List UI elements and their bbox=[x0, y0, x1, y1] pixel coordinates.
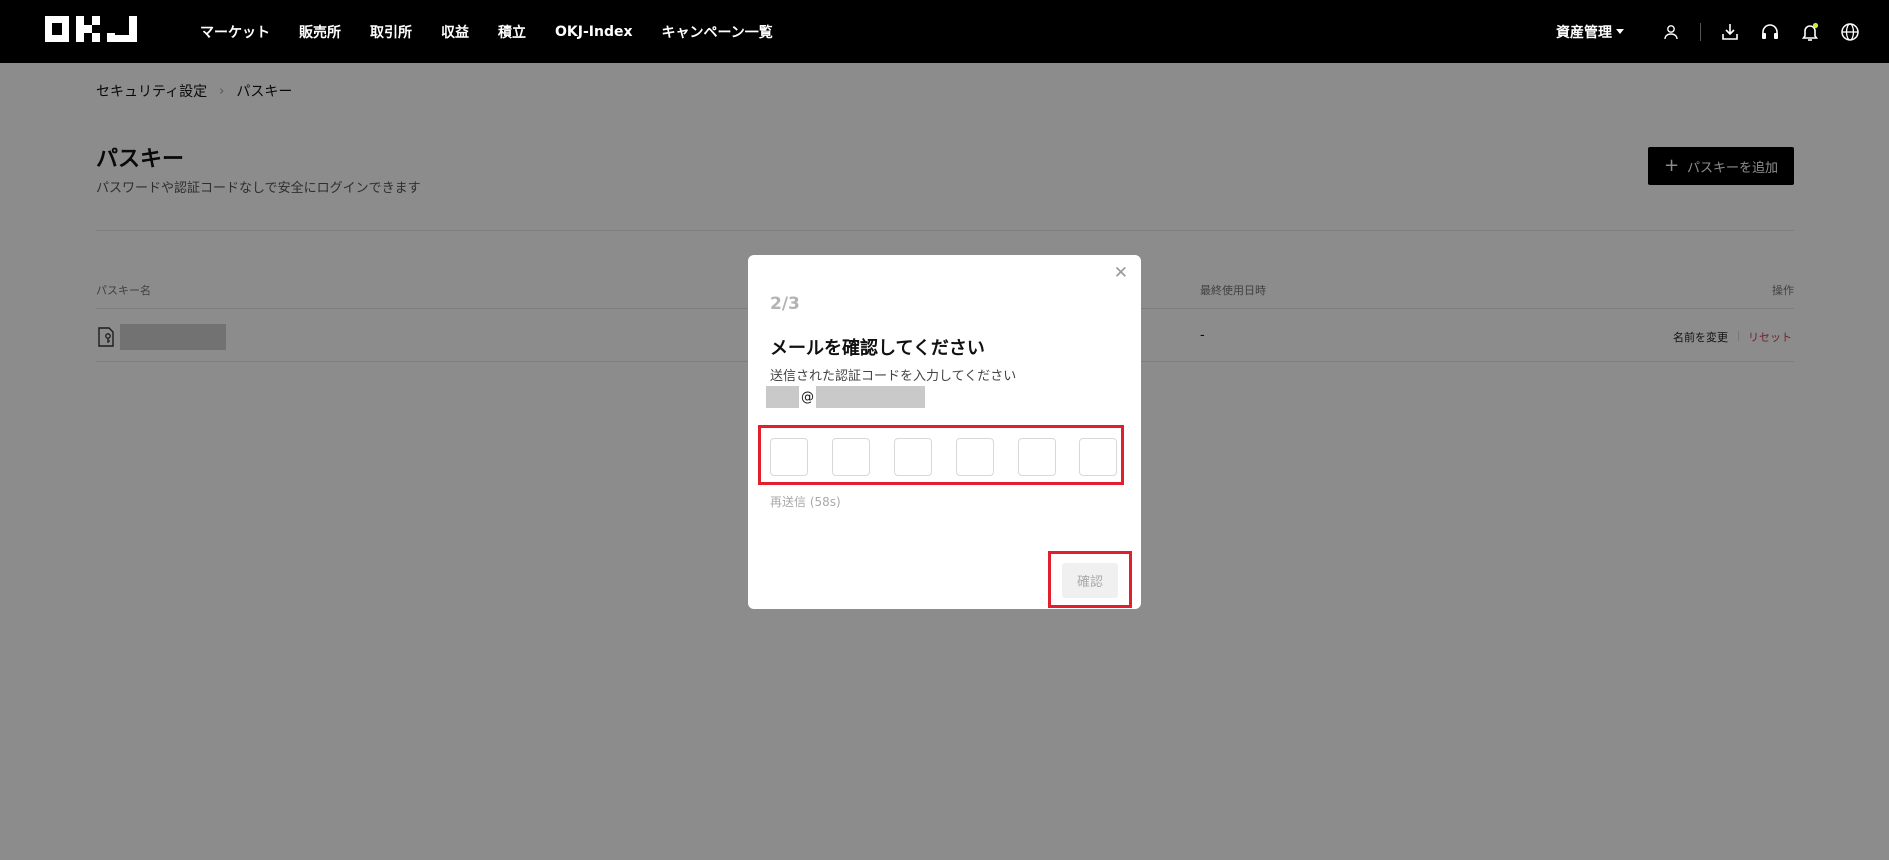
nav-recurring-buy[interactable]: 積立 bbox=[498, 22, 526, 42]
nav-sales-office[interactable]: 販売所 bbox=[299, 22, 341, 42]
okj-logo[interactable] bbox=[45, 16, 137, 42]
masked-email: @ bbox=[766, 386, 925, 408]
code-digit-5[interactable] bbox=[1018, 438, 1056, 476]
code-digit-2[interactable] bbox=[832, 438, 870, 476]
email-local-redacted bbox=[766, 386, 799, 408]
headset-icon[interactable] bbox=[1759, 21, 1781, 43]
code-digit-6[interactable] bbox=[1079, 438, 1117, 476]
asset-management-label: 資産管理 bbox=[1556, 24, 1612, 41]
asset-management-menu[interactable]: 資産管理 bbox=[1556, 22, 1624, 42]
nav-exchange[interactable]: 取引所 bbox=[370, 22, 412, 42]
step-indicator: 2/3 bbox=[770, 294, 800, 314]
user-icon[interactable] bbox=[1660, 21, 1682, 43]
dialog-title: メールを確認してください bbox=[770, 338, 985, 359]
nav-divider bbox=[1700, 22, 1701, 41]
top-nav: マーケット 販売所 取引所 収益 積立 OKJ-Index キャンペーン一覧 資… bbox=[0, 0, 1889, 63]
code-digit-1[interactable] bbox=[770, 438, 808, 476]
close-icon[interactable]: ✕ bbox=[1114, 263, 1128, 283]
globe-icon[interactable] bbox=[1839, 21, 1861, 43]
code-digit-4[interactable] bbox=[956, 438, 994, 476]
code-input-highlight bbox=[758, 425, 1124, 485]
download-icon[interactable] bbox=[1719, 21, 1741, 43]
dialog-subtitle: 送信された認証コードを入力してください bbox=[770, 369, 1017, 384]
resend-countdown: 再送信 (58s) bbox=[770, 495, 841, 509]
nav-market[interactable]: マーケット bbox=[200, 22, 270, 42]
nav-earn[interactable]: 収益 bbox=[441, 22, 469, 42]
nav-campaigns[interactable]: キャンペーン一覧 bbox=[662, 22, 773, 42]
confirm-button[interactable]: 確認 bbox=[1062, 563, 1118, 598]
nav-right: 資産管理 bbox=[1556, 0, 1861, 63]
chevron-down-icon bbox=[1616, 29, 1624, 34]
verify-email-dialog: ✕ 2/3 メールを確認してください 送信された認証コードを入力してください @… bbox=[748, 255, 1141, 609]
email-domain-redacted bbox=[816, 386, 925, 408]
main-nav: マーケット 販売所 取引所 収益 積立 OKJ-Index キャンペーン一覧 bbox=[200, 0, 802, 63]
code-digit-3[interactable] bbox=[894, 438, 932, 476]
nav-okj-index[interactable]: OKJ-Index bbox=[555, 24, 633, 40]
bell-icon[interactable] bbox=[1799, 21, 1821, 43]
email-at-sign: @ bbox=[801, 389, 814, 405]
